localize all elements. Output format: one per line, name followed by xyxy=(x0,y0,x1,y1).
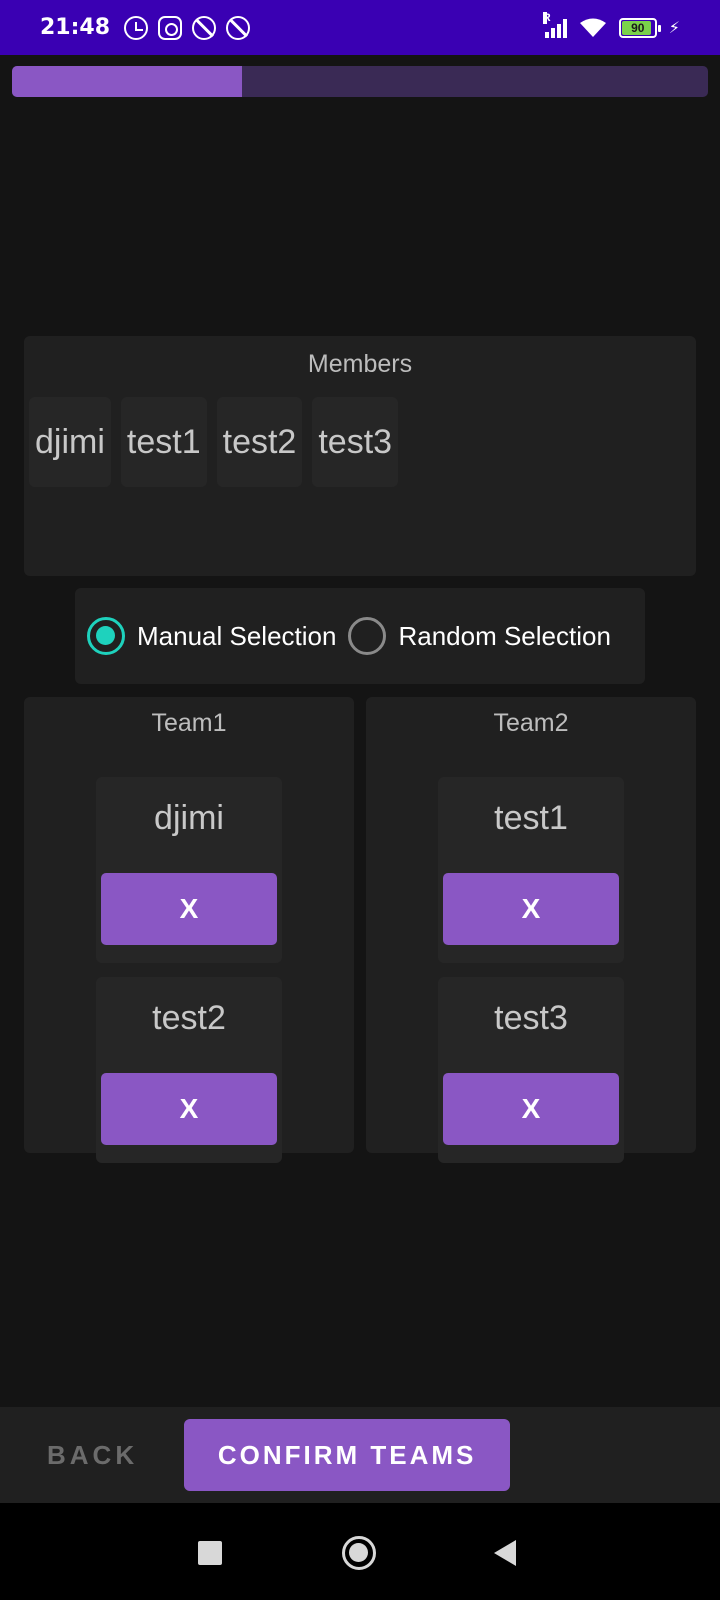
cell-signal-icon: R xyxy=(542,11,567,38)
remove-member-button[interactable]: X xyxy=(101,873,277,945)
data-saver-icon-2 xyxy=(226,15,251,40)
team2-title: Team2 xyxy=(493,709,569,737)
data-saver-icon xyxy=(192,15,217,40)
manual-selection-radio[interactable]: Manual Selection xyxy=(87,617,336,655)
member-chip-djimi[interactable]: djimi xyxy=(29,397,111,487)
remove-member-button[interactable]: X xyxy=(443,873,619,945)
members-title: Members xyxy=(307,350,413,378)
selection-mode-group: Manual Selection Random Selection xyxy=(75,588,645,684)
team2-panel: Team2 test1 X test3 X xyxy=(366,697,696,1163)
back-button[interactable]: BACK xyxy=(47,1440,138,1471)
team-member-card: test3 X xyxy=(438,977,624,1163)
recents-icon[interactable] xyxy=(198,1541,222,1565)
wifi-icon xyxy=(579,18,606,37)
confirm-teams-button[interactable]: CONFIRM TEAMS xyxy=(184,1419,511,1491)
team-member-card: djimi X xyxy=(96,777,282,963)
battery-level: 90 xyxy=(631,20,645,35)
manual-selection-label: Manual Selection xyxy=(137,620,337,651)
notification-icons xyxy=(124,15,251,40)
app-screen: 21:48 R 90 ⚡ Members djimi test1 test2 t… xyxy=(0,0,720,1600)
member-chip-test3[interactable]: test3 xyxy=(312,397,399,487)
radio-unchecked-icon xyxy=(348,617,387,655)
system-navigation-bar xyxy=(0,1503,720,1600)
roaming-indicator: R xyxy=(542,11,551,24)
member-chip-test2[interactable]: test2 xyxy=(216,397,303,487)
alarm-icon xyxy=(124,15,149,40)
team-member-card: test2 X xyxy=(96,977,282,1163)
bottom-action-bar: BACK CONFIRM TEAMS xyxy=(0,1407,720,1503)
members-panel: Members djimi test1 test2 test3 xyxy=(24,336,696,576)
team1-panel: Team1 djimi X test2 X xyxy=(24,697,354,1163)
remove-member-button[interactable]: X xyxy=(443,1073,619,1145)
random-selection-radio[interactable]: Random Selection xyxy=(348,617,611,655)
team-member-name: test3 xyxy=(494,999,568,1037)
team-member-name: test1 xyxy=(494,799,568,837)
status-time: 21:48 xyxy=(40,15,111,40)
status-bar: 21:48 R 90 ⚡ xyxy=(0,0,720,55)
battery-icon: 90 xyxy=(618,17,661,38)
team-member-card: test1 X xyxy=(438,777,624,963)
remove-member-button[interactable]: X xyxy=(101,1073,277,1145)
charging-icon: ⚡ xyxy=(668,19,680,37)
random-selection-label: Random Selection xyxy=(398,620,611,651)
system-icons: R 90 ⚡ xyxy=(542,11,680,38)
step-progress-bar xyxy=(12,66,708,97)
members-list: djimi test1 test2 test3 xyxy=(24,397,696,487)
radio-checked-icon xyxy=(87,617,125,655)
step-progress-fill xyxy=(12,66,242,97)
back-nav-icon[interactable] xyxy=(494,1540,516,1566)
team-member-name: test2 xyxy=(152,999,226,1037)
home-icon[interactable] xyxy=(342,1536,376,1570)
team1-title: Team1 xyxy=(151,709,227,737)
team-member-name: djimi xyxy=(154,799,224,837)
member-chip-test1[interactable]: test1 xyxy=(120,397,207,487)
instagram-icon xyxy=(158,15,183,40)
